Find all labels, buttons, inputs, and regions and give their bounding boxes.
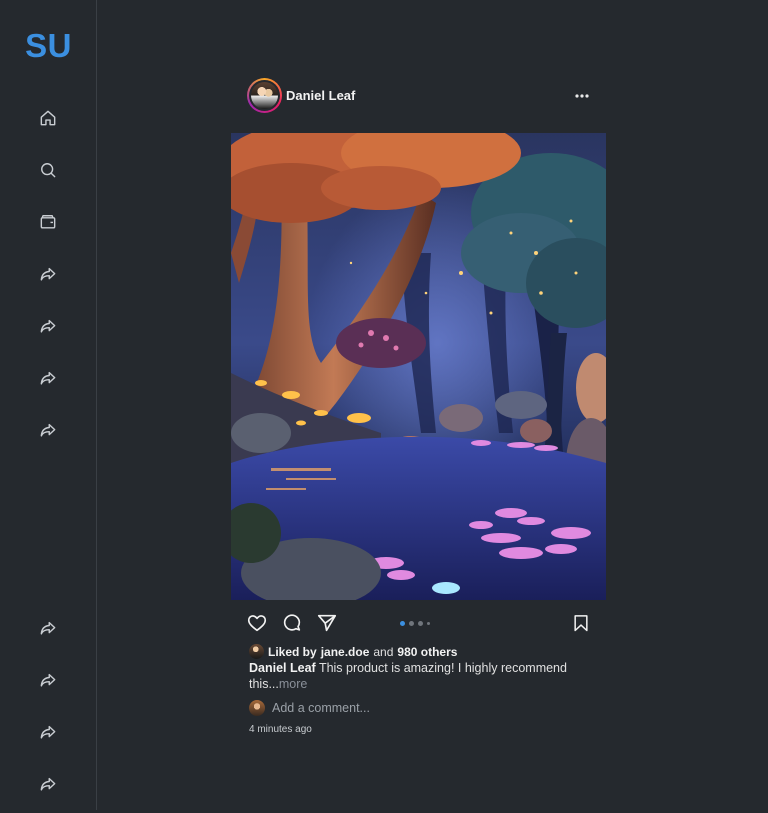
- carousel-dot[interactable]: [427, 622, 430, 625]
- caption-author-link[interactable]: Daniel Leaf: [249, 661, 316, 675]
- send-button[interactable]: [314, 610, 340, 636]
- post-card: Daniel Leaf Liked by jane.doe and 980 ot…: [231, 78, 606, 735]
- likes-summary: Liked by jane.doe and 980 others: [249, 644, 457, 659]
- share-arrow-icon: [40, 423, 56, 437]
- comment-icon: [283, 614, 301, 631]
- comment-button[interactable]: [279, 610, 305, 636]
- post-header: Daniel Leaf: [231, 78, 606, 114]
- nav-share-button-8[interactable]: [36, 772, 60, 796]
- nav-share-button-4[interactable]: [36, 418, 60, 442]
- like-button[interactable]: [244, 610, 270, 636]
- author-avatar[interactable]: [247, 78, 282, 113]
- nav-wallet-button[interactable]: [36, 210, 60, 234]
- post-actions: [231, 610, 606, 636]
- post-image[interactable]: [231, 133, 606, 600]
- save-button[interactable]: [568, 610, 594, 636]
- send-icon: [317, 614, 337, 632]
- post-caption: Daniel Leaf This product is amazing! I h…: [249, 660, 589, 692]
- liked-by-user-link[interactable]: jane.doe: [321, 645, 370, 659]
- search-icon: [41, 163, 56, 178]
- sidebar: SU: [0, 0, 97, 810]
- post-timestamp: 4 minutes ago: [249, 724, 312, 735]
- share-arrow-icon: [40, 673, 56, 687]
- nav-share-button-7[interactable]: [36, 720, 60, 744]
- bookmark-icon: [574, 615, 588, 632]
- share-arrow-icon: [40, 725, 56, 739]
- carousel-dot[interactable]: [409, 621, 414, 626]
- carousel-dot[interactable]: [418, 621, 423, 626]
- nav-share-button-6[interactable]: [36, 668, 60, 692]
- comment-input[interactable]: [272, 701, 472, 715]
- heart-icon: [247, 615, 267, 632]
- likes-and-text: and: [373, 644, 394, 659]
- author-username[interactable]: Daniel Leaf: [286, 88, 355, 103]
- wallet-icon: [40, 215, 56, 229]
- current-user-avatar: [249, 700, 265, 716]
- nav-share-button-1[interactable]: [36, 262, 60, 286]
- carousel-indicator: [400, 621, 430, 626]
- nav-home-button[interactable]: [36, 106, 60, 130]
- caption-more-link[interactable]: more: [279, 677, 307, 691]
- nav-share-button-2[interactable]: [36, 314, 60, 338]
- home-icon: [40, 110, 56, 126]
- nav-search-button[interactable]: [36, 158, 60, 182]
- more-horizontal-icon: [575, 94, 589, 98]
- share-arrow-icon: [40, 371, 56, 385]
- share-arrow-icon: [40, 621, 56, 635]
- liked-by-prefix: Liked by: [268, 644, 317, 659]
- share-arrow-icon: [40, 319, 56, 333]
- carousel-dot-active[interactable]: [400, 621, 405, 626]
- liker-avatar[interactable]: [249, 644, 264, 659]
- share-arrow-icon: [40, 777, 56, 791]
- forest-illustration: [231, 133, 606, 600]
- likes-others-link[interactable]: 980 others: [397, 645, 457, 659]
- post-options-button[interactable]: [572, 86, 592, 106]
- nav-share-button-3[interactable]: [36, 366, 60, 390]
- add-comment-row: [249, 700, 472, 716]
- app-logo[interactable]: SU: [0, 27, 97, 65]
- nav-share-button-5[interactable]: [36, 616, 60, 640]
- share-arrow-icon: [40, 267, 56, 281]
- avatar-image: [251, 82, 278, 109]
